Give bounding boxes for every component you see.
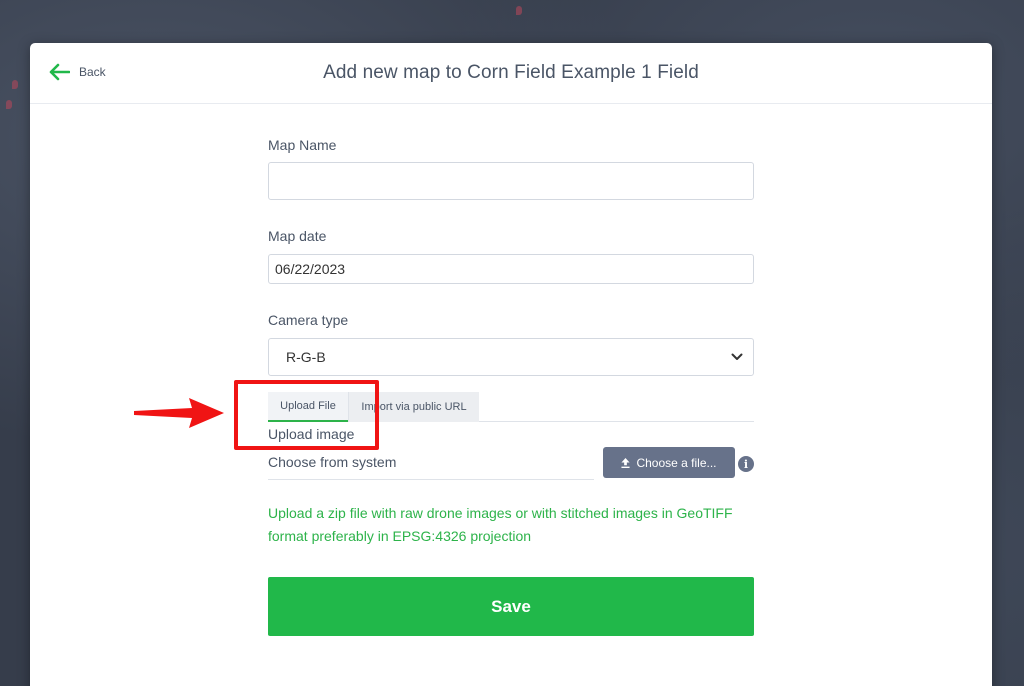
choose-file-label: Choose a file... [636,455,717,470]
upload-hint: Upload a zip file with raw drone images … [268,505,733,544]
chevron-down-icon [731,353,743,360]
choose-from-system-text: Choose from system [268,454,594,480]
map-marker-icon [12,80,18,89]
map-date-input[interactable] [268,254,754,284]
page-title: Add new map to Corn Field Example 1 Fiel… [323,62,699,83]
map-marker-icon [516,6,522,15]
map-name-label: Map Name [268,137,337,153]
camera-type-value: R-G-B [286,349,326,365]
map-marker-icon [6,100,12,109]
choose-file-button[interactable]: Choose a file... [603,447,735,478]
camera-type-label: Camera type [268,312,349,328]
modal-header: Back Add new map to Corn Field Example 1… [30,43,992,104]
save-button[interactable]: Save [268,577,754,636]
map-name-input[interactable] [268,162,754,200]
annotation-arrow-icon [134,398,224,428]
map-date-label: Map date [268,228,327,244]
add-map-modal: Back Add new map to Corn Field Example 1… [30,43,992,686]
upload-icon [621,457,631,468]
info-icon[interactable]: i [738,456,754,472]
annotation-highlight-box [234,380,379,450]
camera-type-select[interactable]: R-G-B [268,338,754,376]
